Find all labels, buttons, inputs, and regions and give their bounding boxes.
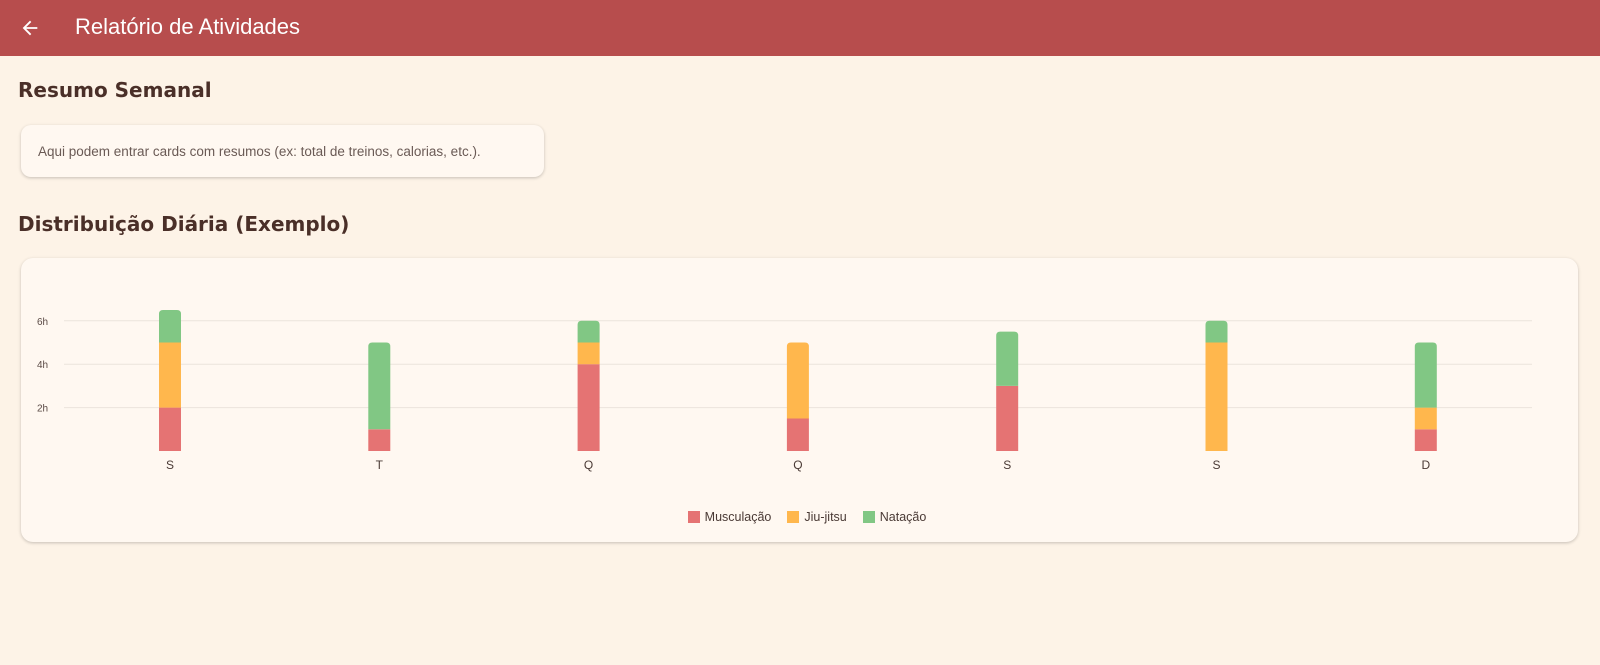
bar-segment (1414, 407, 1437, 430)
legend-swatch (787, 511, 800, 523)
y-tick-label: 4h (37, 360, 48, 371)
bar-segment (996, 385, 1019, 451)
bar-segment (577, 364, 600, 451)
bar-segment (577, 342, 600, 365)
x-tick-label: S (1003, 458, 1011, 472)
bar-segment (577, 320, 600, 343)
x-tick-label: T (376, 458, 384, 472)
legend-item: Jiu-jitsu (787, 510, 847, 524)
bar-segment (1205, 342, 1228, 451)
legend-swatch (862, 511, 875, 523)
bar-segment (159, 309, 181, 343)
legend-item: Natação (862, 510, 927, 524)
legend-swatch (687, 511, 700, 523)
bar-segment (786, 418, 809, 451)
y-tick-label: 2h (37, 404, 48, 415)
x-tick-label: Q (584, 458, 593, 472)
bar-segment (368, 429, 391, 451)
chart-legend: Musculação Jiu-jitsu Natação (0, 510, 1600, 524)
x-tick-label: S (166, 458, 174, 472)
x-tick-label: S (1212, 458, 1220, 472)
y-tick-label: 6h (37, 317, 48, 328)
bar-segment (1205, 320, 1228, 343)
bar-segment (996, 331, 1019, 386)
legend-item: Musculação (687, 510, 772, 524)
x-tick-label: Q (793, 458, 802, 472)
bar-segment (1414, 429, 1437, 451)
stacked-bar-chart: 2h 4h 6h S T Q Q S S D (37, 309, 1532, 472)
legend-label: Musculação (704, 510, 772, 524)
bar-segment (159, 342, 181, 408)
legend-label: Natação (879, 510, 927, 524)
bar-segment (786, 342, 809, 419)
bar-segment (1414, 342, 1437, 408)
bar-segment (159, 407, 181, 451)
x-tick-label: D (1421, 458, 1430, 472)
legend-label: Jiu-jitsu (804, 510, 847, 524)
bar-segment (368, 342, 391, 430)
